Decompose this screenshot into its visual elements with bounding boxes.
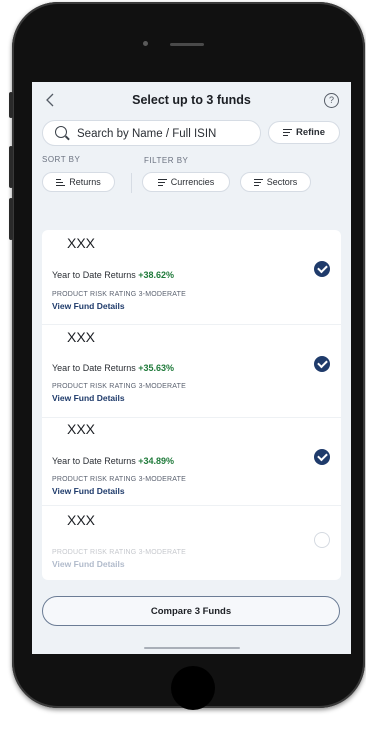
filter-lines-icon (253, 178, 263, 186)
ytd-label: Year to Date Returns (52, 270, 136, 280)
fund-name: XXX (67, 512, 96, 528)
ytd-value: +34.89% (138, 456, 175, 466)
refine-label: Refine (295, 127, 326, 138)
view-fund-details-link[interactable]: View Fund Details (52, 301, 125, 311)
home-button[interactable] (171, 666, 215, 710)
view-fund-details-link[interactable]: View Fund Details (52, 559, 125, 569)
divider (131, 173, 132, 193)
search-row: Refine (32, 118, 351, 152)
home-indicator (144, 647, 240, 649)
filter-by-label: FILTER BY (144, 156, 189, 165)
ytd-returns: Year to Date Returns +38.62% (52, 270, 174, 280)
sort-returns-button[interactable]: Returns (42, 172, 115, 192)
ytd-label: Year to Date Returns (52, 456, 136, 466)
search-input[interactable] (77, 125, 257, 143)
ytd-label: Year to Date Returns (52, 363, 136, 373)
filter-currencies-label: Currencies (170, 177, 215, 187)
question-mark-icon[interactable]: ? (324, 93, 339, 108)
compare-funds-button[interactable]: Compare 3 Funds (42, 596, 340, 626)
app-screen: Select up to 3 funds ? Refine SORT BY FI… (32, 82, 351, 654)
sort-filter-labels: SORT BY FILTER BY (32, 152, 351, 170)
ytd-returns: Year to Date Returns +35.63% (52, 363, 174, 373)
speaker-slot (170, 43, 204, 46)
fund-name: XXX (67, 329, 96, 345)
filter-lines-icon (282, 129, 292, 137)
fund-name: XXX (67, 421, 96, 437)
view-fund-details-link[interactable]: View Fund Details (52, 486, 125, 496)
risk-rating: PRODUCT RISK RATING 3-MODERATE (52, 383, 186, 390)
camera-dot (143, 41, 148, 46)
fund-list-item[interactable]: XXX Year to Date Returns +35.63% PRODUCT… (42, 324, 341, 417)
fund-list-item[interactable]: XXX Year to Date Returns +34.89% PRODUCT… (42, 417, 341, 505)
filter-currencies-button[interactable]: Currencies (142, 172, 230, 192)
fund-name: XXX (67, 235, 96, 251)
page-title: Select up to 3 funds (132, 93, 251, 107)
volume-up-button (9, 92, 13, 118)
filter-lines-icon (157, 178, 167, 186)
fund-list: XXX Year to Date Returns +38.62% PRODUCT… (42, 230, 341, 580)
view-fund-details-link[interactable]: View Fund Details (52, 393, 125, 403)
unchecked-radio[interactable] (314, 532, 330, 548)
ytd-value: +35.63% (138, 363, 175, 373)
fund-list-item[interactable]: XXX PRODUCT RISK RATING 3-MODERATE View … (42, 505, 341, 580)
sort-by-label: SORT BY (42, 155, 81, 164)
checkmark-icon[interactable] (314, 449, 330, 465)
refine-button[interactable]: Refine (268, 121, 340, 144)
checkmark-icon[interactable] (314, 261, 330, 277)
risk-rating: PRODUCT RISK RATING 3-MODERATE (52, 291, 186, 298)
fund-list-item[interactable]: XXX Year to Date Returns +38.62% PRODUCT… (42, 230, 341, 324)
risk-rating: PRODUCT RISK RATING 3-MODERATE (52, 476, 186, 483)
search-box[interactable] (42, 120, 261, 146)
volume-down-button (9, 146, 13, 188)
sort-lines-icon (56, 178, 66, 186)
ytd-returns: Year to Date Returns +34.89% (52, 456, 174, 466)
search-icon (55, 126, 67, 138)
ytd-value: +38.62% (138, 270, 175, 280)
top-bar: Select up to 3 funds ? (32, 82, 351, 118)
filters-row: Returns Currencies Sectors (32, 170, 351, 208)
sort-returns-label: Returns (69, 177, 101, 187)
filter-sectors-label: Sectors (266, 177, 298, 187)
risk-rating: PRODUCT RISK RATING 3-MODERATE (52, 549, 186, 556)
side-button (9, 198, 13, 240)
filter-sectors-button[interactable]: Sectors (240, 172, 311, 192)
checkmark-icon[interactable] (314, 356, 330, 372)
